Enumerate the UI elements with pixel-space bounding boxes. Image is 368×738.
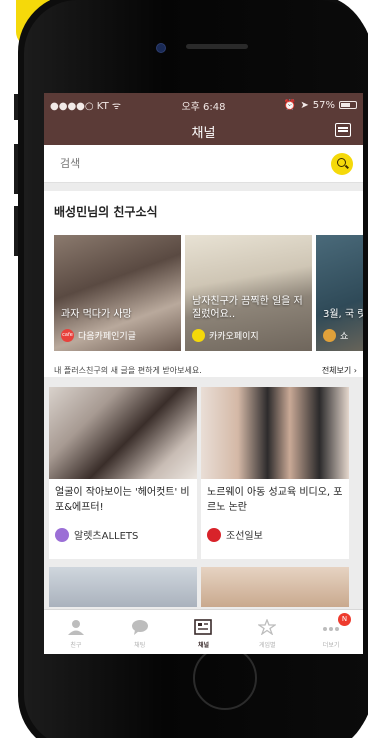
feed-post[interactable]: 얼굴이 작아보이는 '헤어컷트' 비포&에프터! 알렛츠ALLETS [49,387,197,559]
phone-screen: ●●●●○ KT ᯤ 오후 6:48 ⏰ ➤ 57% 채널 배성민님의 친구소식… [44,93,363,654]
battery-icon [339,101,357,109]
tab-games[interactable]: 게임별 [235,610,299,654]
card-source: cafe 다음카페인기글 [61,329,136,342]
card-source: 쇼 [323,329,348,342]
tab-channel[interactable]: 채널 [172,610,236,654]
tab-label: 채널 [197,642,210,649]
post-headline: 노르웨이 아동 성교육 비디오, 포르노 논란 [207,487,343,513]
silent-switch [14,94,18,120]
cafe-badge-icon: cafe [61,329,74,342]
post-thumbnail [201,387,349,479]
person-icon [67,620,84,635]
tab-label: 친구 [70,642,82,649]
friends-card-carousel: 과자 먹다가 사망 cafe 다음카페인기글 남자친구가 끔찍한 일을 저질렀어… [54,235,363,351]
volume-up-button [14,144,18,194]
search-input[interactable] [60,157,331,170]
status-bar: ●●●●○ KT ᯤ 오후 6:48 ⏰ ➤ 57% [44,93,363,117]
post-source: 조선일보 [201,521,349,548]
chosun-logo-icon [207,527,221,542]
new-badge: N [337,613,351,626]
post-source-name: 알렛츠ALLETS [74,531,139,542]
bottom-tab-bar: 친구 채팅 채널 게임별 더보기 N [44,609,363,654]
keyboard-icon[interactable] [335,123,351,137]
card-source: 카카오페이지 [192,329,259,342]
friend-card[interactable]: 과자 먹다가 사망 cafe 다음카페인기글 [54,235,181,351]
post-headline: 얼굴이 작아보이는 '헤어컷트' 비포&에프터! [55,487,190,513]
channel-feed: 얼굴이 작아보이는 '헤어컷트' 비포&에프터! 알렛츠ALLETS 노르웨이 … [44,387,363,559]
tab-label: 게임별 [259,642,276,649]
friends-news-section: 배성민님의 친구소식 과자 먹다가 사망 cafe 다음카페인기글 남자친구가 … [44,191,363,377]
post-thumbnail[interactable] [49,567,197,607]
card-source-name: 쇼 [340,332,349,342]
card-source-name: 카카오페이지 [209,332,259,342]
section-title: 배성민님의 친구소식 [54,205,158,219]
post-thumbnail [49,387,197,479]
earpiece-speaker [186,44,248,49]
post-thumbnail[interactable] [201,567,349,607]
status-time: 오후 6:48 [181,101,226,113]
channel-header: 채널 [44,117,363,145]
source-badge-icon [323,329,336,342]
kakaopage-badge-icon [192,329,205,342]
tab-label: 채팅 [134,642,146,649]
chat-bubble-icon [131,620,148,635]
tab-chats[interactable]: 채팅 [108,610,172,654]
star-icon [258,619,277,635]
card-caption: 남자친구가 끔찍한 일을 저질렀어요.. [192,296,303,320]
see-all-link[interactable]: 전체보기 › [322,365,357,376]
friends-subtitle: 내 플러스친구의 새 글을 편하게 받아보세요. [54,366,202,375]
tab-more[interactable]: 더보기 N [299,610,363,654]
home-button[interactable] [193,646,257,710]
channel-icon [194,619,213,635]
card-source-name: 다음카페인기글 [78,332,136,342]
friend-card[interactable]: 3월, 국 릿한 빛 쇼 [316,235,363,351]
tab-label: 더보기 [322,642,340,649]
tab-friends[interactable]: 친구 [44,610,108,654]
volume-down-button [14,206,18,256]
friends-footer: 내 플러스친구의 새 글을 편하게 받아보세요. 전체보기 › [54,365,357,376]
post-source: 알렛츠ALLETS [49,521,197,548]
card-caption: 3월, 국 릿한 빛 [323,309,363,320]
feed-next-row [49,567,349,607]
card-caption: 과자 먹다가 사망 [61,309,132,320]
page-title: 채널 [191,125,216,141]
front-camera [156,43,166,53]
feed-post[interactable]: 노르웨이 아동 성교육 비디오, 포르노 논란 조선일보 [201,387,349,559]
post-source-name: 조선일보 [226,531,263,542]
allets-logo-icon [55,527,69,542]
search-icon[interactable] [331,152,353,175]
search-bar [44,145,363,183]
friend-card[interactable]: 남자친구가 끔찍한 일을 저질렀어요.. 카카오페이지 [185,235,312,351]
